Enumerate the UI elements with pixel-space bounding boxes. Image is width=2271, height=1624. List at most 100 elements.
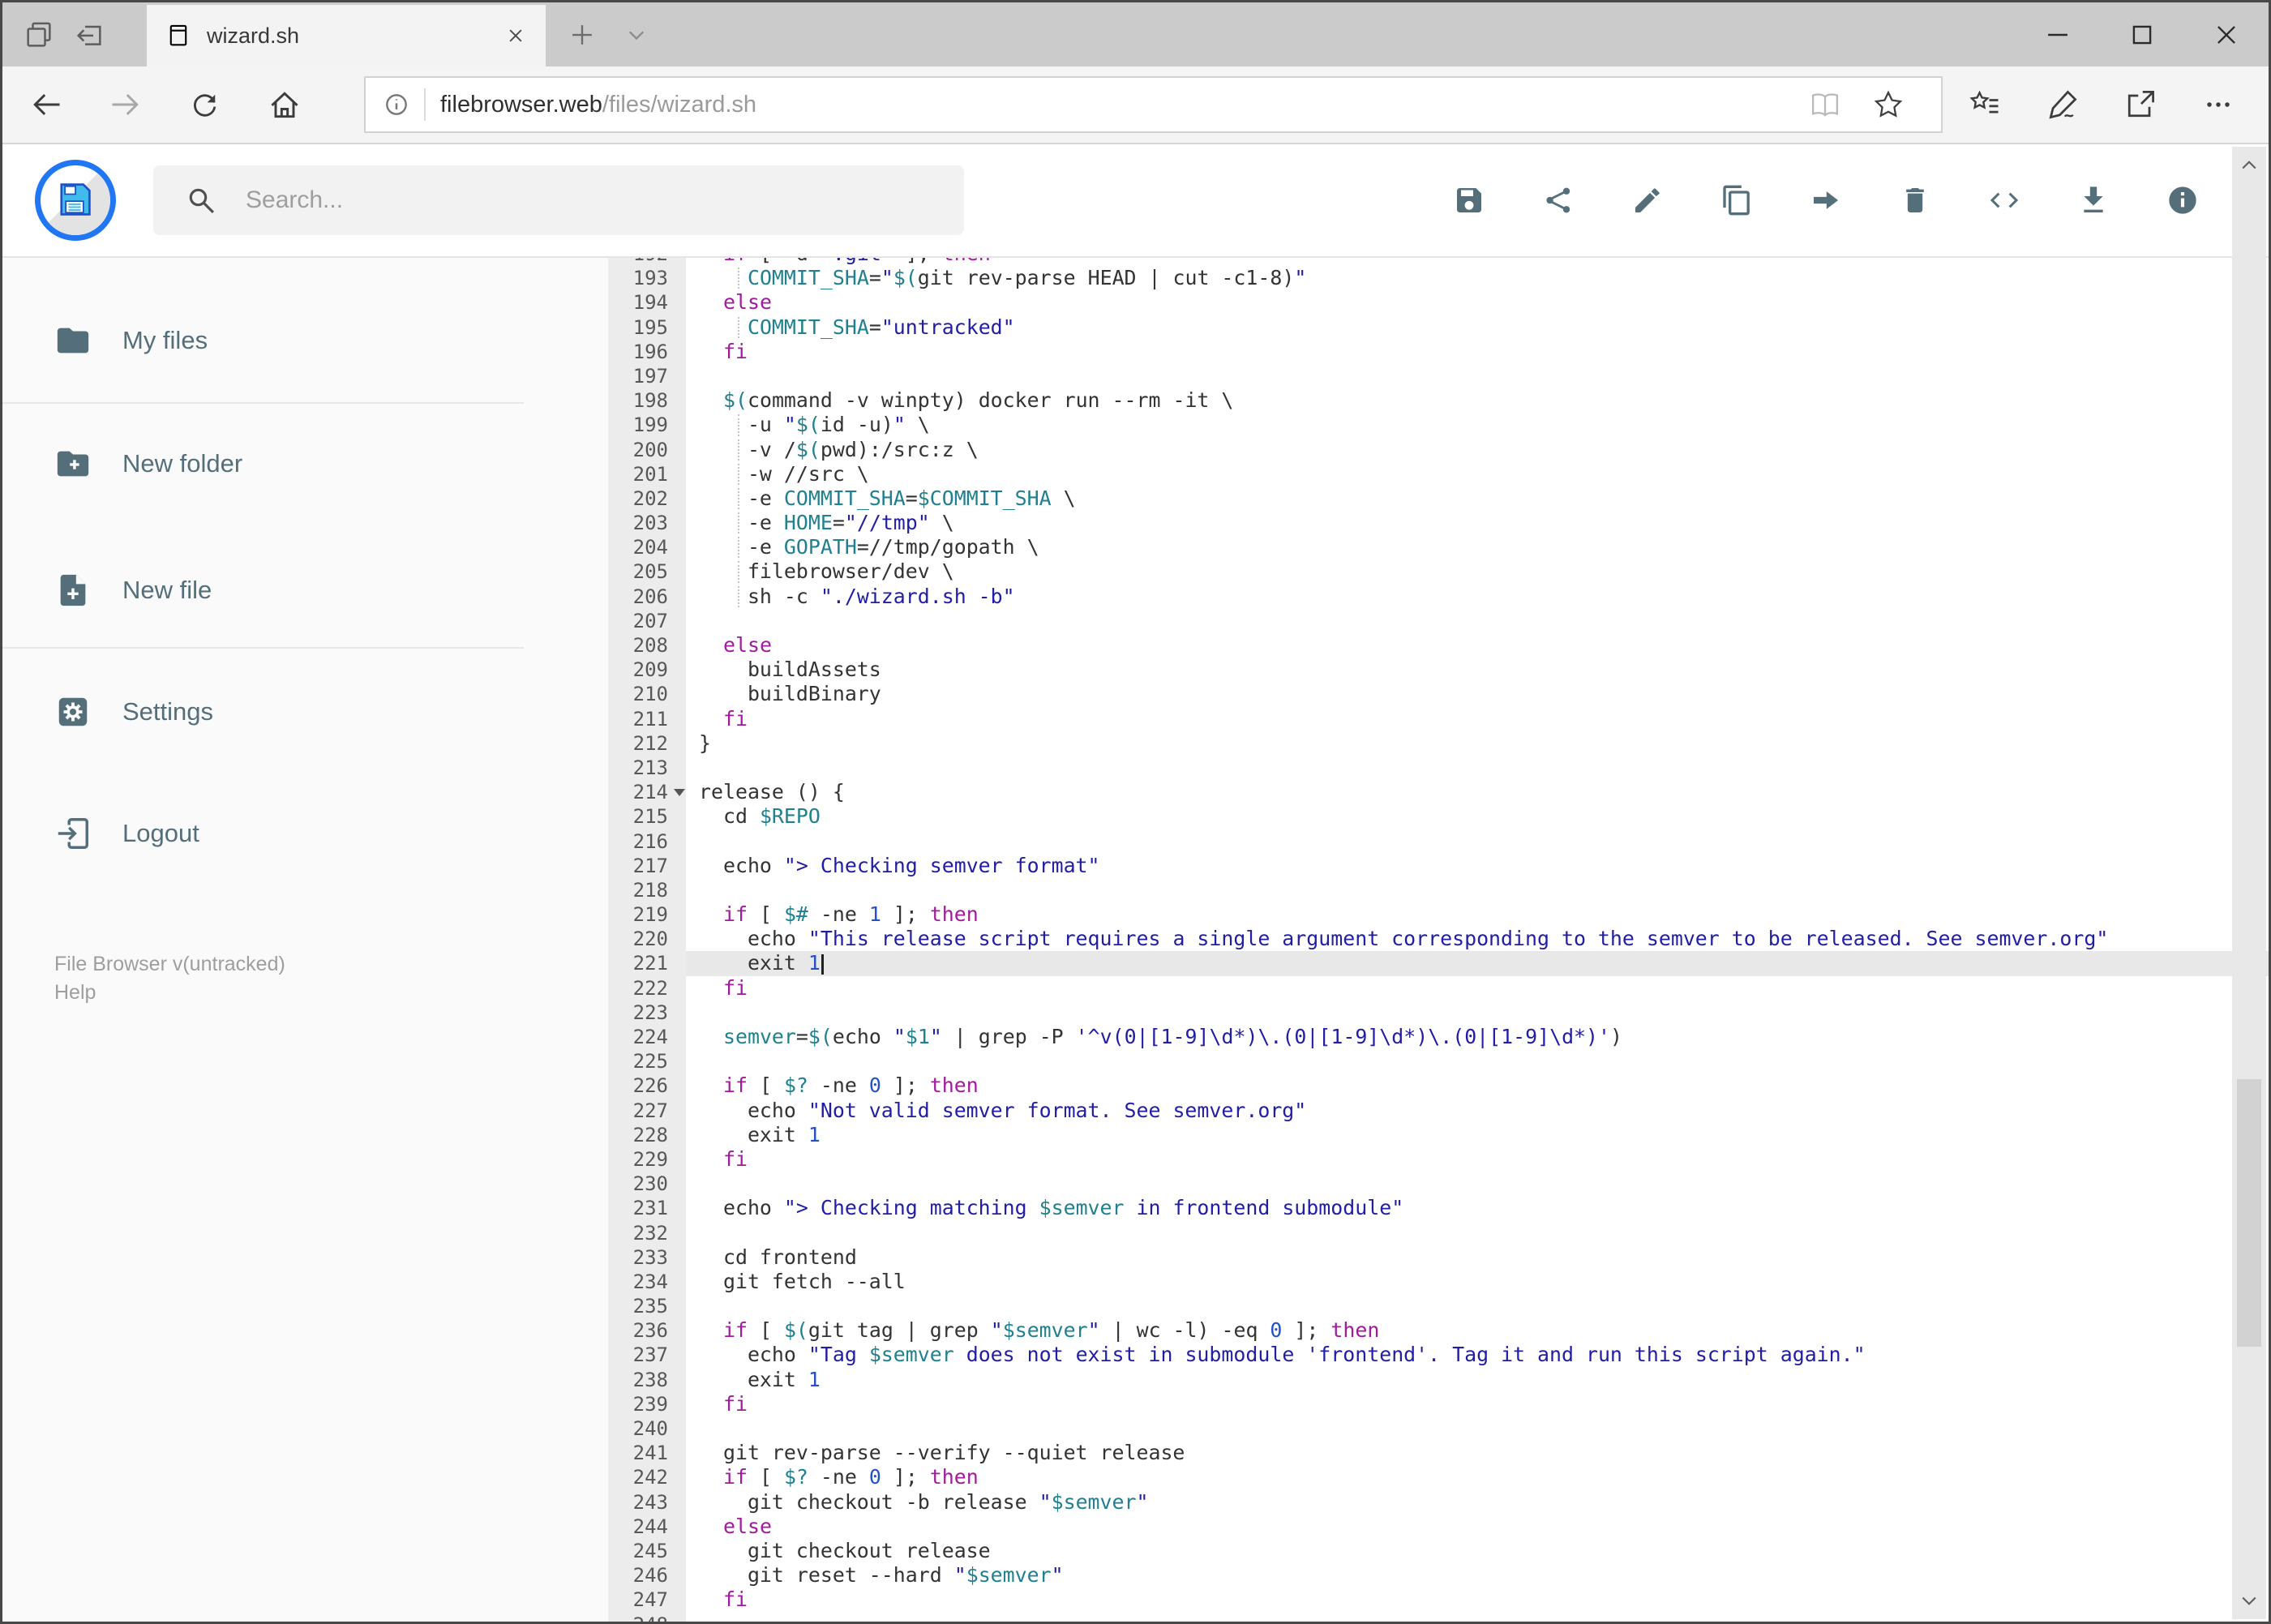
code-line-text[interactable]: [686, 364, 2269, 388]
share-button[interactable]: [1542, 184, 1575, 216]
code-line-text[interactable]: buildBinary: [686, 682, 2269, 706]
code-line-text[interactable]: if [ $? -ne 0 ]; then: [686, 1073, 2269, 1098]
share-page-icon[interactable]: [2123, 87, 2158, 122]
code-line-text[interactable]: buildAssets: [686, 658, 2269, 682]
code-line[interactable]: 194 else: [608, 290, 2269, 315]
code-editor[interactable]: 192 if [ -d ".git" ]; then193 COMMIT_SHA…: [608, 258, 2269, 1622]
code-line[interactable]: 202 -e COMMIT_SHA=$COMMIT_SHA \: [608, 486, 2269, 512]
code-line-text[interactable]: echo "Not valid semver format. See semve…: [686, 1099, 2269, 1123]
code-line[interactable]: 241 git rev-parse --verify --quiet relea…: [608, 1441, 2269, 1466]
code-line[interactable]: 240: [608, 1416, 2269, 1442]
address-bar[interactable]: filebrowser.web/files/wizard.sh: [364, 76, 1943, 133]
code-line-text[interactable]: if [ $# -ne 1 ]; then: [686, 902, 2269, 927]
code-line[interactable]: 227 echo "Not valid semver format. See s…: [608, 1098, 2269, 1123]
code-line-text[interactable]: cd $REPO: [686, 804, 2269, 829]
code-line-text[interactable]: fi: [686, 1147, 2269, 1172]
code-line-text[interactable]: fi: [686, 340, 2269, 364]
code-line-text[interactable]: sh -c "./wizard.sh -b": [686, 585, 2269, 609]
new-tab-button[interactable]: [567, 19, 598, 50]
code-line-text[interactable]: git checkout release: [686, 1539, 2269, 1563]
code-line[interactable]: 234 git fetch --all: [608, 1269, 2269, 1295]
code-line[interactable]: 200 -v /$(pwd):/src:z \: [608, 437, 2269, 462]
code-line[interactable]: 203 -e HOME="//tmp" \: [608, 511, 2269, 536]
code-line-text[interactable]: else: [686, 1515, 2269, 1539]
code-line-text[interactable]: [686, 829, 2269, 854]
reading-view-icon[interactable]: [1808, 88, 1842, 122]
code-line-text[interactable]: exit 1: [686, 1123, 2269, 1147]
hub-favorites-icon[interactable]: [1967, 87, 2003, 122]
site-info-icon[interactable]: [380, 88, 413, 121]
sidebar-item-settings[interactable]: Settings: [2, 671, 608, 752]
browser-menu-dots-icon[interactable]: [2200, 87, 2236, 122]
code-line-text[interactable]: [686, 1001, 2269, 1025]
code-line-text[interactable]: fi: [686, 1392, 2269, 1416]
code-line[interactable]: 217 echo "> Checking semver format": [608, 853, 2269, 878]
code-line-text[interactable]: exit 1: [686, 951, 2269, 976]
delete-button[interactable]: [1899, 184, 1931, 216]
code-line[interactable]: 197: [608, 363, 2269, 389]
code-button[interactable]: [1988, 184, 2020, 216]
code-line-text[interactable]: COMMIT_SHA="untracked": [686, 315, 2269, 340]
code-line-text[interactable]: cd frontend: [686, 1245, 2269, 1270]
code-line[interactable]: 226 if [ $? -ne 0 ]; then: [608, 1073, 2269, 1099]
code-line[interactable]: 243 git checkout -b release "$semver": [608, 1489, 2269, 1515]
copy-button[interactable]: [1720, 184, 1753, 216]
home-button[interactable]: [267, 87, 302, 122]
code-line-text[interactable]: fi: [686, 1588, 2269, 1612]
code-line-text[interactable]: exit 1: [686, 1368, 2269, 1392]
code-line-text[interactable]: -w //src \: [686, 462, 2269, 486]
search-box[interactable]: [153, 165, 964, 235]
code-line-text[interactable]: [686, 609, 2269, 633]
code-line[interactable]: 229 fi: [608, 1146, 2269, 1172]
sidebar-item-logout[interactable]: Logout: [2, 793, 608, 874]
code-line-text[interactable]: COMMIT_SHA="$(git rev-parse HEAD | cut -…: [686, 266, 2269, 290]
code-line[interactable]: 225: [608, 1049, 2269, 1074]
code-line-text[interactable]: git fetch --all: [686, 1270, 2269, 1294]
code-line-text[interactable]: release () {: [686, 780, 2269, 804]
code-line-text[interactable]: -e HOME="//tmp" \: [686, 511, 2269, 535]
code-line[interactable]: 228 exit 1: [608, 1122, 2269, 1147]
code-line-text[interactable]: fi: [686, 707, 2269, 731]
code-line[interactable]: 242 if [ $? -ne 0 ]; then: [608, 1465, 2269, 1490]
sidebar-item-new-folder[interactable]: New folder: [2, 423, 608, 504]
code-line[interactable]: 239 fi: [608, 1391, 2269, 1416]
tab-preview-icon[interactable]: [14, 2, 64, 66]
sidebar-item-my-files[interactable]: My files: [2, 300, 608, 381]
download-button[interactable]: [2077, 184, 2110, 216]
code-line-text[interactable]: echo "> Checking matching $semver in fro…: [686, 1196, 2269, 1220]
code-line-text[interactable]: [686, 1172, 2269, 1196]
code-line[interactable]: 195 COMMIT_SHA="untracked": [608, 315, 2269, 340]
code-line[interactable]: 238 exit 1: [608, 1367, 2269, 1392]
code-line[interactable]: 192 if [ -d ".git" ]; then: [608, 258, 2269, 267]
code-line[interactable]: 244 else: [608, 1514, 2269, 1539]
code-line[interactable]: 211 fi: [608, 706, 2269, 731]
code-line-text[interactable]: if [ -d ".git" ]; then: [686, 258, 2269, 266]
code-line-text[interactable]: [686, 878, 2269, 902]
code-line[interactable]: 201 -w //src \: [608, 461, 2269, 486]
code-line[interactable]: 248: [608, 1612, 2269, 1622]
code-line[interactable]: 209 buildAssets: [608, 658, 2269, 683]
scroll-up-icon[interactable]: [2235, 152, 2263, 179]
code-line[interactable]: 216: [608, 829, 2269, 854]
code-line[interactable]: 232: [608, 1220, 2269, 1245]
code-line-text[interactable]: if [ $(git tag | grep "$semver" | wc -l)…: [686, 1318, 2269, 1343]
search-input[interactable]: [244, 186, 912, 215]
code-line-text[interactable]: git rev-parse --verify --quiet release: [686, 1441, 2269, 1465]
code-line-text[interactable]: }: [686, 731, 2269, 756]
code-line-text[interactable]: semver=$(echo "$1" | grep -P '^v(0|[1-9]…: [686, 1025, 2269, 1049]
code-line-text[interactable]: git reset --hard "$semver": [686, 1563, 2269, 1588]
code-line[interactable]: 206 sh -c "./wizard.sh -b": [608, 584, 2269, 609]
code-line-text[interactable]: [686, 1049, 2269, 1073]
scroll-down-icon[interactable]: [2235, 1587, 2263, 1614]
code-line-text[interactable]: -u "$(id -u)" \: [686, 413, 2269, 437]
code-line-text[interactable]: [686, 756, 2269, 780]
code-line[interactable]: 204 -e GOPATH=//tmp/gopath \: [608, 535, 2269, 560]
tab-close-icon[interactable]: [503, 24, 528, 48]
scrollbar-thumb[interactable]: [2237, 1079, 2261, 1347]
code-line[interactable]: 222 fi: [608, 975, 2269, 1001]
code-line[interactable]: 224 semver=$(echo "$1" | grep -P '^v(0|[…: [608, 1025, 2269, 1050]
code-line[interactable]: 245 git checkout release: [608, 1538, 2269, 1564]
code-line[interactable]: 231 echo "> Checking matching $semver in…: [608, 1196, 2269, 1221]
code-line[interactable]: 220 echo "This release script requires a…: [608, 927, 2269, 952]
code-line-text[interactable]: echo "This release script requires a sin…: [686, 927, 2269, 951]
